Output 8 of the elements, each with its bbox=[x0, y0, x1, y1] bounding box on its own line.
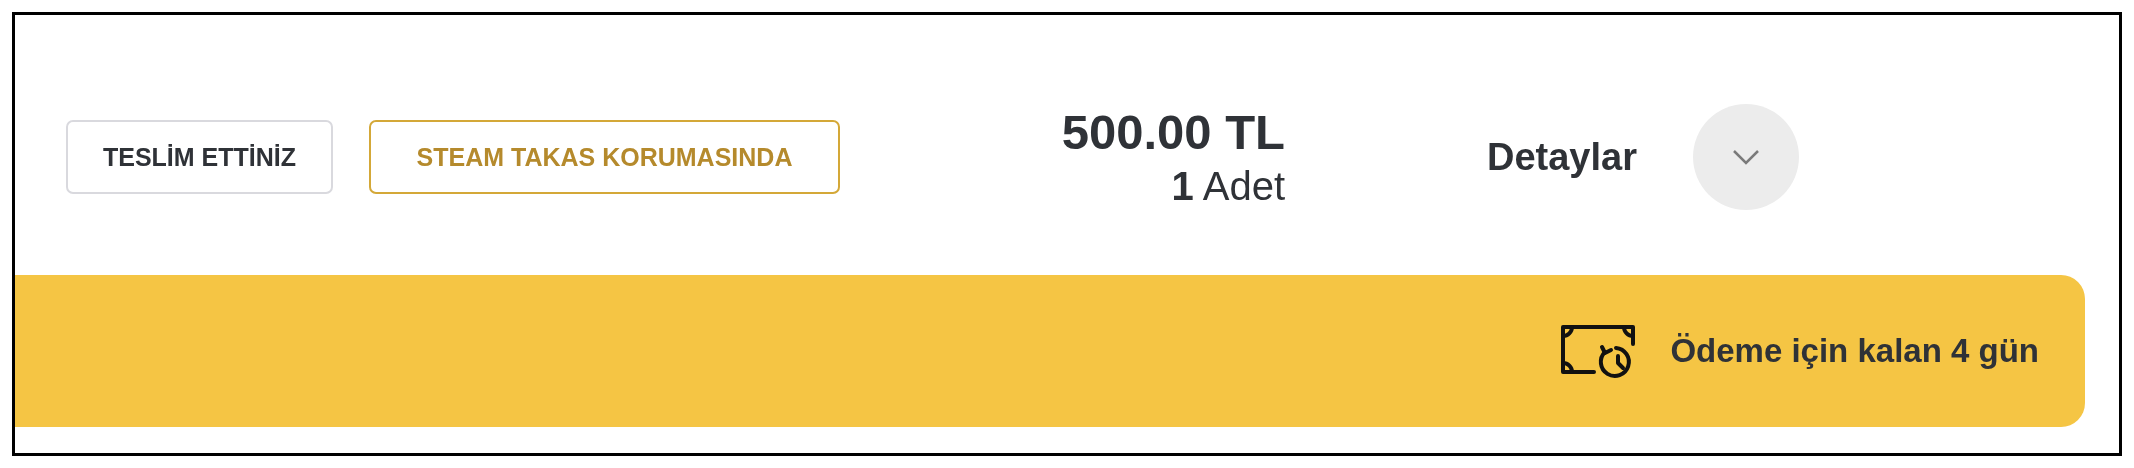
status-badge: TESLİM ETTİNİZ bbox=[66, 120, 333, 194]
quantity-text: 1 Adet bbox=[1171, 163, 1285, 210]
status-badge: STEAM TAKAS KORUMASINDA bbox=[369, 120, 840, 194]
details-label: Detaylar bbox=[1487, 135, 1637, 179]
price-amount: 500.00 TL bbox=[1061, 104, 1285, 161]
chevron-down-icon bbox=[1731, 148, 1761, 166]
payment-notice-text: Ödeme için kalan 4 gün bbox=[1670, 332, 2039, 370]
money-clock-icon bbox=[1558, 322, 1637, 380]
